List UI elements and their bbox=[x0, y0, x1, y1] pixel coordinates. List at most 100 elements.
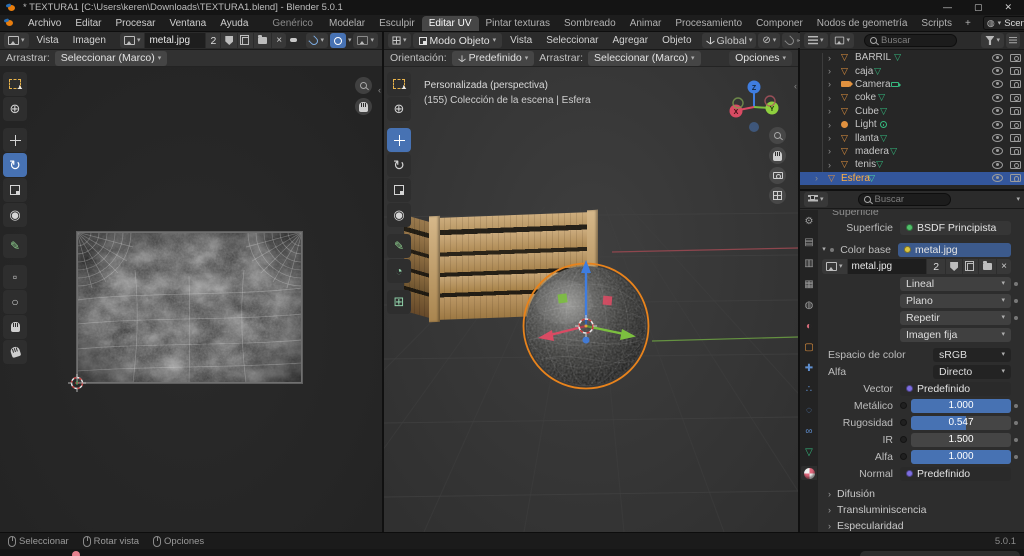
menu-ayuda[interactable]: Ayuda bbox=[213, 17, 255, 30]
decorator-dot[interactable] bbox=[1013, 454, 1018, 459]
vp-menu-vista[interactable]: Vista bbox=[504, 35, 538, 46]
tool-rotate[interactable]: ↻ bbox=[387, 153, 411, 177]
scene-selector[interactable]: ◍ ▾ Scene × bbox=[982, 16, 1024, 30]
orbit-ball[interactable] bbox=[749, 122, 759, 132]
tool-select-box[interactable] bbox=[3, 72, 27, 96]
tab-modelar[interactable]: Modelar bbox=[322, 16, 372, 31]
open-image-button[interactable] bbox=[254, 33, 272, 48]
source-dropdown[interactable]: Imagen fija ▾ bbox=[900, 327, 1011, 342]
gizmo-plane-handle-red[interactable] bbox=[602, 295, 613, 306]
expand-icon[interactable]: › bbox=[828, 106, 831, 116]
outliner-row-light[interactable]: › Light bbox=[800, 118, 1024, 131]
tool-move[interactable] bbox=[387, 128, 411, 152]
socket-knob-icon[interactable] bbox=[900, 419, 907, 426]
disable-render-icon[interactable] bbox=[1010, 160, 1021, 169]
perspective-toggle-button[interactable] bbox=[769, 187, 786, 204]
object-name[interactable]: Camera bbox=[855, 79, 891, 90]
object-name[interactable]: Cube bbox=[855, 106, 879, 117]
expand-icon[interactable]: › bbox=[828, 66, 831, 76]
viewport-canvas[interactable]: ⊕ ↻ ◉ ✎ ◔ ⊞ Personalizada (perspectiva) … bbox=[384, 67, 798, 532]
snap-target-button[interactable]: ⊘ ▾ bbox=[758, 33, 781, 48]
outliner-row-barril[interactable]: › ▽ BARRIL ▽ bbox=[800, 51, 1024, 64]
object-name[interactable]: Light bbox=[855, 119, 877, 130]
alpha-mode-dropdown[interactable]: Directo ▾ bbox=[933, 364, 1011, 379]
tool-relax[interactable] bbox=[3, 340, 27, 364]
object-name[interactable]: Esfera bbox=[841, 173, 870, 184]
editor-type-button[interactable]: ▾ bbox=[804, 33, 828, 48]
fake-user-button[interactable] bbox=[946, 259, 963, 274]
tab-world[interactable]: ◐ bbox=[801, 319, 817, 333]
maximize-button[interactable]: ▢ bbox=[974, 2, 983, 13]
outliner-search-input[interactable] bbox=[881, 35, 952, 46]
object-name[interactable]: madera bbox=[855, 146, 889, 157]
outliner-options-button[interactable] bbox=[1006, 33, 1020, 48]
base-color-input-button[interactable]: metal.jpg bbox=[898, 242, 1011, 257]
pan-button[interactable] bbox=[355, 98, 372, 115]
tab-animar[interactable]: Animar bbox=[623, 16, 669, 31]
outliner-row-coke[interactable]: › ▽ coke ▽ bbox=[800, 91, 1024, 104]
hide-eye-icon[interactable] bbox=[992, 134, 1003, 143]
disable-render-icon[interactable] bbox=[1010, 107, 1021, 116]
menu-ventana[interactable]: Ventana bbox=[163, 17, 214, 30]
section-difusion[interactable]: › Difusión bbox=[818, 486, 1022, 502]
image-browse-button[interactable]: ▾ bbox=[119, 33, 145, 48]
move-gizmo[interactable] bbox=[496, 252, 676, 372]
hide-eye-icon[interactable] bbox=[992, 107, 1003, 116]
disable-render-icon[interactable] bbox=[1010, 134, 1021, 143]
extension-dropdown[interactable]: Repetir ▾ bbox=[900, 310, 1011, 325]
outliner-row-llanta[interactable]: › ▽ llanta ▽ bbox=[800, 131, 1024, 144]
tab-tool[interactable]: ⚙ bbox=[801, 214, 817, 228]
outliner-row-camera[interactable]: › Camera bbox=[800, 78, 1024, 91]
tool-transform[interactable]: ◉ bbox=[387, 203, 411, 227]
filter-button[interactable]: ▾ bbox=[981, 33, 1004, 48]
tab-procesamiento[interactable]: Procesamiento bbox=[668, 16, 749, 31]
zoom-button[interactable] bbox=[355, 77, 372, 94]
hide-eye-icon[interactable] bbox=[992, 147, 1003, 156]
disable-render-icon[interactable] bbox=[1010, 174, 1021, 183]
decorator-dot[interactable] bbox=[1013, 437, 1018, 442]
expand-icon[interactable]: › bbox=[815, 173, 818, 183]
tool-rotate[interactable]: ↻ bbox=[3, 153, 27, 177]
expand-icon[interactable]: › bbox=[828, 146, 831, 156]
tool-cursor[interactable]: ⊕ bbox=[387, 97, 411, 121]
outliner-row-cube[interactable]: › ▽ Cube ▽ bbox=[800, 105, 1024, 118]
add-workspace-button[interactable]: + bbox=[959, 18, 977, 29]
unlink-image-button[interactable]: × bbox=[272, 33, 287, 48]
outliner-row-tenis[interactable]: › ▽ tenis ▽ bbox=[800, 158, 1024, 171]
disable-render-icon[interactable] bbox=[1010, 53, 1021, 62]
tool-scale[interactable] bbox=[387, 178, 411, 202]
tool-transform[interactable]: ◉ bbox=[3, 203, 27, 227]
open-image-button[interactable] bbox=[979, 259, 997, 274]
object-name[interactable]: caja bbox=[855, 66, 873, 77]
outliner-row-madera[interactable]: › ▽ madera ▽ bbox=[800, 145, 1024, 158]
surface-shader-button[interactable]: BSDF Principista bbox=[900, 220, 1011, 235]
hide-eye-icon[interactable] bbox=[992, 120, 1003, 129]
mode-dropdown[interactable]: Modo Objeto ▾ bbox=[412, 33, 503, 48]
gizmo-x-arrow[interactable] bbox=[538, 330, 554, 341]
taskbar-app-icon[interactable] bbox=[72, 551, 80, 556]
gizmo-plane-handle-green[interactable] bbox=[557, 293, 568, 304]
properties-search-input[interactable] bbox=[874, 194, 945, 205]
duplicate-image-button[interactable] bbox=[963, 259, 979, 274]
decorator-dot[interactable] bbox=[1013, 315, 1018, 320]
scene-name[interactable]: Scene bbox=[1004, 18, 1024, 29]
vp-drag-mode-dropdown[interactable]: Seleccionar (Marco) ▾ bbox=[588, 50, 701, 66]
expand-icon[interactable]: › bbox=[828, 160, 831, 170]
display-mode-button[interactable]: ▾ bbox=[829, 33, 855, 48]
tab-physics[interactable]: ◌ bbox=[801, 403, 817, 417]
colorspace-dropdown[interactable]: sRGB ▾ bbox=[933, 347, 1011, 362]
image-users-button[interactable]: 2 bbox=[206, 33, 221, 48]
disable-render-icon[interactable] bbox=[1010, 147, 1021, 156]
tool-grab[interactable] bbox=[3, 315, 27, 339]
menu-editar[interactable]: Editar bbox=[68, 17, 108, 30]
section-especularidad[interactable]: › Especularidad bbox=[818, 518, 1022, 532]
options-dropdown[interactable]: Opciones ▾ bbox=[729, 50, 792, 66]
expand-icon[interactable]: › bbox=[828, 53, 831, 63]
object-name[interactable]: BARRIL bbox=[855, 52, 891, 63]
vp-menu-seleccionar[interactable]: Seleccionar bbox=[540, 35, 604, 46]
projection-dropdown[interactable]: Plano ▾ bbox=[900, 293, 1011, 308]
tab-modifiers[interactable]: ✚ bbox=[801, 361, 817, 375]
close-button[interactable]: ✕ bbox=[1004, 2, 1012, 13]
collapse-chevron-icon[interactable]: ▾ bbox=[818, 246, 830, 253]
section-transluminiscencia[interactable]: › Transluminiscencia bbox=[818, 502, 1022, 518]
